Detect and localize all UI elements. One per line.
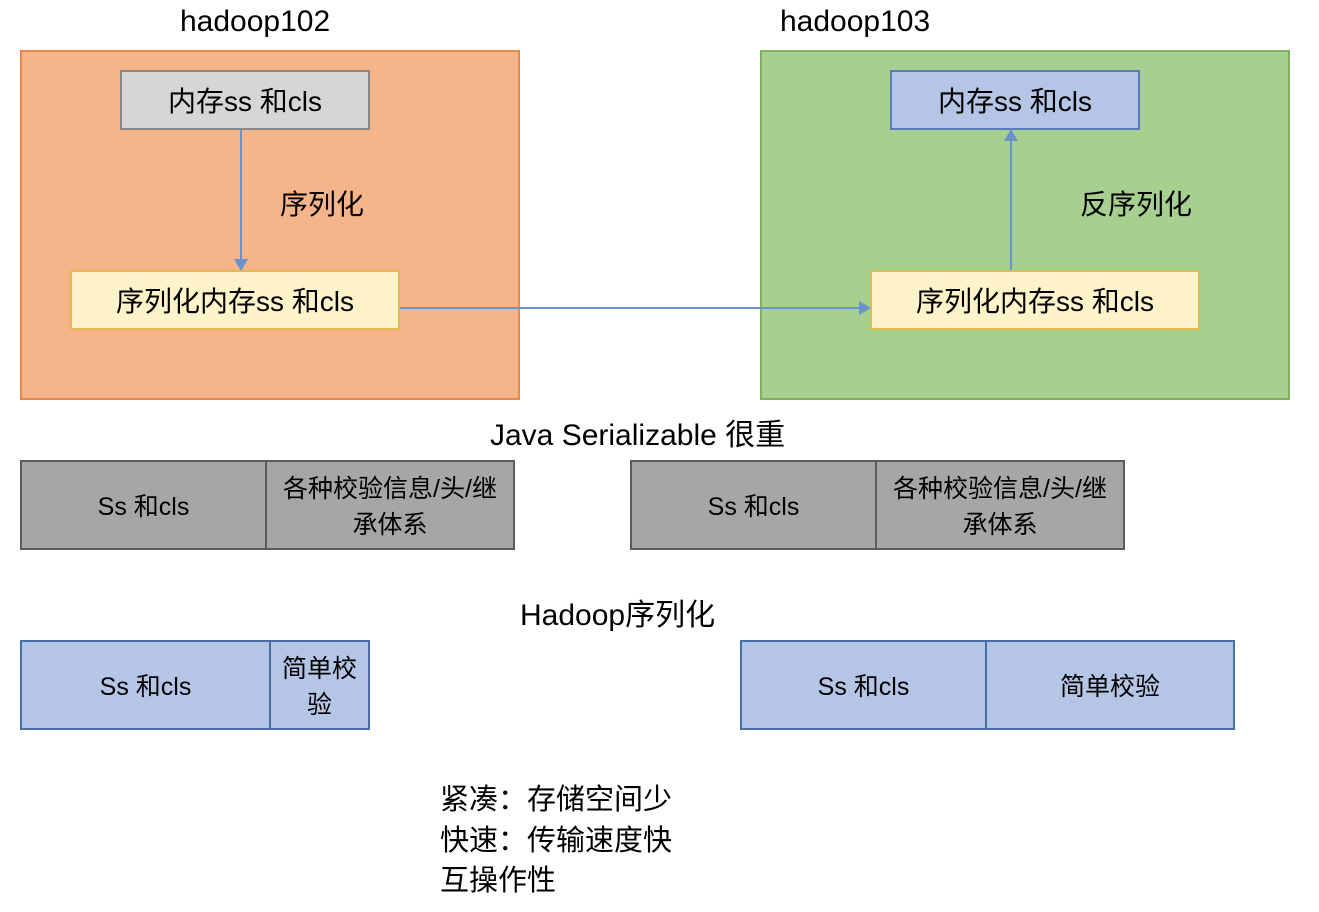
java-left-cell1: Ss 和cls [22, 462, 265, 548]
java-row-right: Ss 和cls 各种校验信息/头/继承体系 [630, 460, 1125, 550]
hadoop-right-cell2: 简单校验 [985, 642, 1233, 728]
hadoop-row-right: Ss 和cls 简单校验 [740, 640, 1235, 730]
label-deserialize: 反序列化 [1080, 183, 1192, 223]
host-left-title: hadoop102 [180, 5, 330, 39]
java-right-cell2: 各种校验信息/头/继承体系 [875, 462, 1123, 548]
hadoop-left-cell1: Ss 和cls [22, 642, 269, 728]
benefit-fast: 快速：传输速度快 [440, 821, 672, 862]
host-right-title: hadoop103 [780, 5, 930, 39]
java-serializable-title: Java Serializable 很重 [490, 410, 785, 454]
hadoop-serialize-title: Hadoop序列化 [520, 590, 715, 634]
hadoop-row-left: Ss 和cls 简单校验 [20, 640, 370, 730]
serialized-box-right: 序列化内存ss 和cls [870, 270, 1200, 330]
java-row-left: Ss 和cls 各种校验信息/头/继承体系 [20, 460, 515, 550]
benefit-compact: 紧凑：存储空间少 [440, 780, 672, 821]
java-left-cell2: 各种校验信息/头/继承体系 [265, 462, 513, 548]
serialized-box-left: 序列化内存ss 和cls [70, 270, 400, 330]
benefit-interop: 互操作性 [440, 861, 672, 902]
label-serialize: 序列化 [280, 183, 364, 223]
arrow-serialize [240, 130, 242, 270]
memory-box-gray: 内存ss 和cls [120, 70, 370, 130]
benefits-list: 紧凑：存储空间少 快速：传输速度快 互操作性 [440, 780, 672, 902]
hadoop-left-cell2: 简单校验 [269, 642, 368, 728]
java-right-cell1: Ss 和cls [632, 462, 875, 548]
arrow-transfer [400, 307, 870, 309]
memory-box-blue: 内存ss 和cls [890, 70, 1140, 130]
hadoop-right-cell1: Ss 和cls [742, 642, 985, 728]
arrow-deserialize [1010, 130, 1012, 270]
